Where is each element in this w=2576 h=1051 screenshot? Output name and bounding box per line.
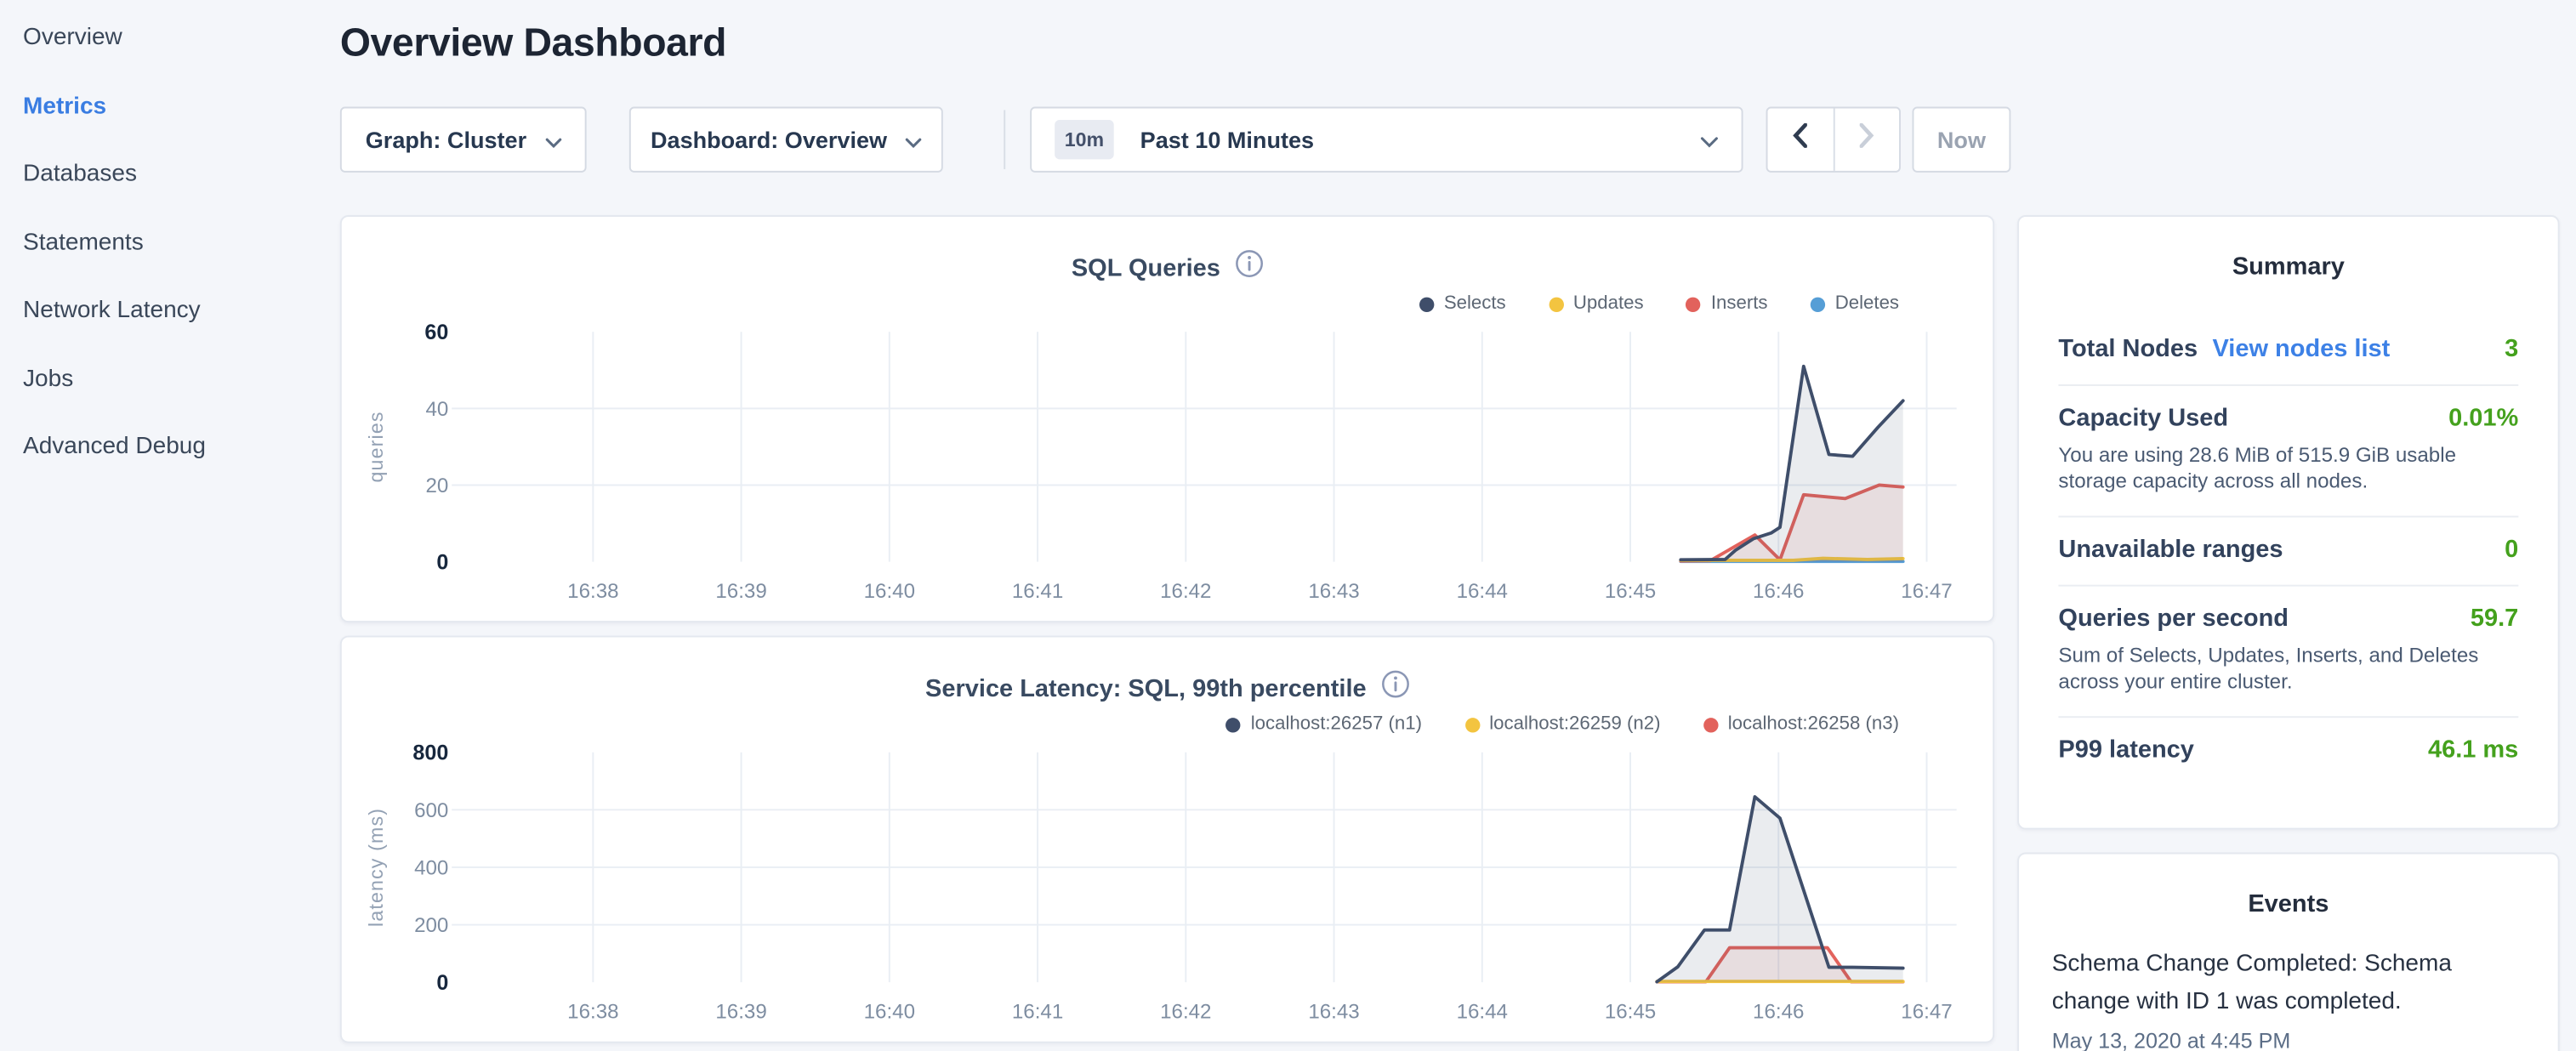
- dashboard-selector-dropdown[interactable]: Dashboard: Overview: [629, 107, 943, 173]
- summary-row-total-nodes: Total Nodes View nodes list 3: [2058, 317, 2518, 386]
- sidebar-item-jobs[interactable]: Jobs: [23, 361, 351, 396]
- svg-text:400: 400: [414, 857, 448, 880]
- chevron-right-icon: [1859, 123, 1874, 156]
- chevron-left-icon: [1793, 123, 1807, 156]
- svg-text:16:43: 16:43: [1308, 1001, 1359, 1024]
- svg-text:16:42: 16:42: [1160, 580, 1211, 603]
- svg-text:16:40: 16:40: [864, 1001, 915, 1024]
- app-root: Overview Metrics Databases Statements Ne…: [0, 0, 2576, 1051]
- summary-row-label: Capacity Used: [2058, 404, 2228, 432]
- svg-text:40: 40: [426, 398, 449, 421]
- svg-text:16:47: 16:47: [1901, 580, 1952, 603]
- svg-text:16:39: 16:39: [715, 1001, 766, 1024]
- toolbar: Graph: Cluster Dashboard: Overview 10m P…: [340, 107, 2082, 173]
- sidebar: Overview Metrics Databases Statements Ne…: [0, 0, 351, 497]
- page-title: Overview Dashboard: [340, 21, 726, 67]
- toolbar-divider: [1004, 110, 1005, 169]
- svg-text:16:44: 16:44: [1457, 1001, 1508, 1024]
- summary-row-label: Total Nodes: [2058, 335, 2198, 363]
- svg-text:16:45: 16:45: [1605, 580, 1656, 603]
- sidebar-item-statements[interactable]: Statements: [23, 224, 351, 260]
- time-forward-button[interactable]: [1833, 108, 1899, 170]
- time-backward-button[interactable]: [1768, 108, 1833, 170]
- graph-selector-label: Graph: Cluster: [366, 127, 526, 153]
- svg-text:16:43: 16:43: [1308, 580, 1359, 603]
- svg-text:200: 200: [414, 914, 448, 937]
- summary-row-value: 59.7: [2471, 605, 2518, 633]
- summary-row-capacity-used: Capacity Used 0.01% You are using 28.6 M…: [2058, 386, 2518, 518]
- summary-row-value: 3: [2505, 335, 2518, 363]
- time-range-selector[interactable]: 10m Past 10 Minutes: [1030, 107, 1743, 173]
- events-title: Events: [2052, 854, 2525, 917]
- event-message: Schema Change Completed: Schema change w…: [2052, 946, 2525, 1022]
- summary-row-value: 0.01%: [2448, 404, 2518, 432]
- svg-text:16:38: 16:38: [567, 580, 618, 603]
- view-nodes-list-link[interactable]: View nodes list: [2212, 335, 2390, 363]
- svg-text:16:46: 16:46: [1753, 580, 1804, 603]
- summary-row-label: P99 latency: [2058, 736, 2193, 764]
- summary-row-value: 46.1 ms: [2428, 736, 2518, 764]
- svg-text:latency (ms): latency (ms): [365, 808, 387, 927]
- chevron-down-icon: [905, 127, 921, 153]
- summary-row-label: Unavailable ranges: [2058, 536, 2283, 564]
- sql-queries-chart-card: SQL Queries SelectsUpdatesInsertsDeletes…: [340, 215, 1994, 622]
- summary-row-p99-latency: P99 latency 46.1 ms: [2058, 718, 2518, 785]
- sidebar-item-network-latency[interactable]: Network Latency: [23, 293, 351, 328]
- svg-text:16:45: 16:45: [1605, 1001, 1656, 1024]
- svg-text:60: 60: [424, 321, 448, 344]
- svg-text:16:41: 16:41: [1012, 1001, 1063, 1024]
- sidebar-item-overview[interactable]: Overview: [23, 20, 351, 55]
- summary-title: Summary: [2058, 217, 2518, 281]
- summary-row-unavailable-ranges: Unavailable ranges 0: [2058, 517, 2518, 586]
- svg-text:16:42: 16:42: [1160, 1001, 1211, 1024]
- time-step-buttons: [1766, 107, 1901, 173]
- summary-row-value: 0: [2505, 536, 2518, 564]
- summary-row-description: You are using 28.6 MiB of 515.9 GiB usab…: [2058, 442, 2518, 495]
- svg-text:16:47: 16:47: [1901, 1001, 1952, 1024]
- dashboard-selector-label: Dashboard: Overview: [651, 127, 887, 153]
- svg-text:0: 0: [436, 550, 448, 574]
- summary-row-description: Sum of Selects, Updates, Inserts, and De…: [2058, 642, 2518, 695]
- sidebar-item-metrics[interactable]: Metrics: [23, 88, 351, 123]
- sidebar-item-databases[interactable]: Databases: [23, 156, 351, 192]
- sql-queries-plot[interactable]: 16:38 16:39 16:40 16:41 16:42 16:43 16:44 16:45…: [342, 217, 1993, 621]
- svg-text:20: 20: [426, 474, 449, 497]
- svg-text:16:44: 16:44: [1457, 580, 1508, 603]
- service-latency-chart-card: Service Latency: SQL, 99th percentile lo…: [340, 636, 1994, 1043]
- events-panel: Events Schema Change Completed: Schema c…: [2017, 853, 2559, 1051]
- summary-panel: Summary Total Nodes View nodes list 3 Ca…: [2017, 215, 2559, 829]
- svg-text:800: 800: [412, 741, 448, 764]
- time-range-badge: 10m: [1055, 120, 1114, 159]
- now-button[interactable]: Now: [1912, 107, 2010, 173]
- event-timestamp: May 13, 2020 at 4:45 PM: [2052, 1028, 2525, 1051]
- summary-rows: Total Nodes View nodes list 3 Capacity U…: [2058, 317, 2518, 786]
- svg-text:600: 600: [414, 799, 448, 822]
- svg-text:0: 0: [436, 971, 448, 995]
- service-latency-plot[interactable]: 16:38 16:39 16:40 16:41 16:42 16:43 16:44 16:45…: [342, 637, 1993, 1041]
- svg-text:16:39: 16:39: [715, 580, 766, 603]
- graph-selector-dropdown[interactable]: Graph: Cluster: [340, 107, 587, 173]
- summary-row-label: Queries per second: [2058, 605, 2289, 633]
- sidebar-item-advanced-debug[interactable]: Advanced Debug: [23, 429, 351, 464]
- svg-text:16:40: 16:40: [864, 580, 915, 603]
- svg-text:16:46: 16:46: [1753, 1001, 1804, 1024]
- chevron-down-icon: [1700, 127, 1718, 153]
- time-range-label: Past 10 Minutes: [1140, 127, 1701, 153]
- summary-row-queries-per-second: Queries per second 59.7 Sum of Selects, …: [2058, 587, 2518, 719]
- svg-text:16:38: 16:38: [567, 1001, 618, 1024]
- chevron-down-icon: [544, 127, 560, 153]
- svg-text:queries: queries: [365, 411, 387, 482]
- svg-text:16:41: 16:41: [1012, 580, 1063, 603]
